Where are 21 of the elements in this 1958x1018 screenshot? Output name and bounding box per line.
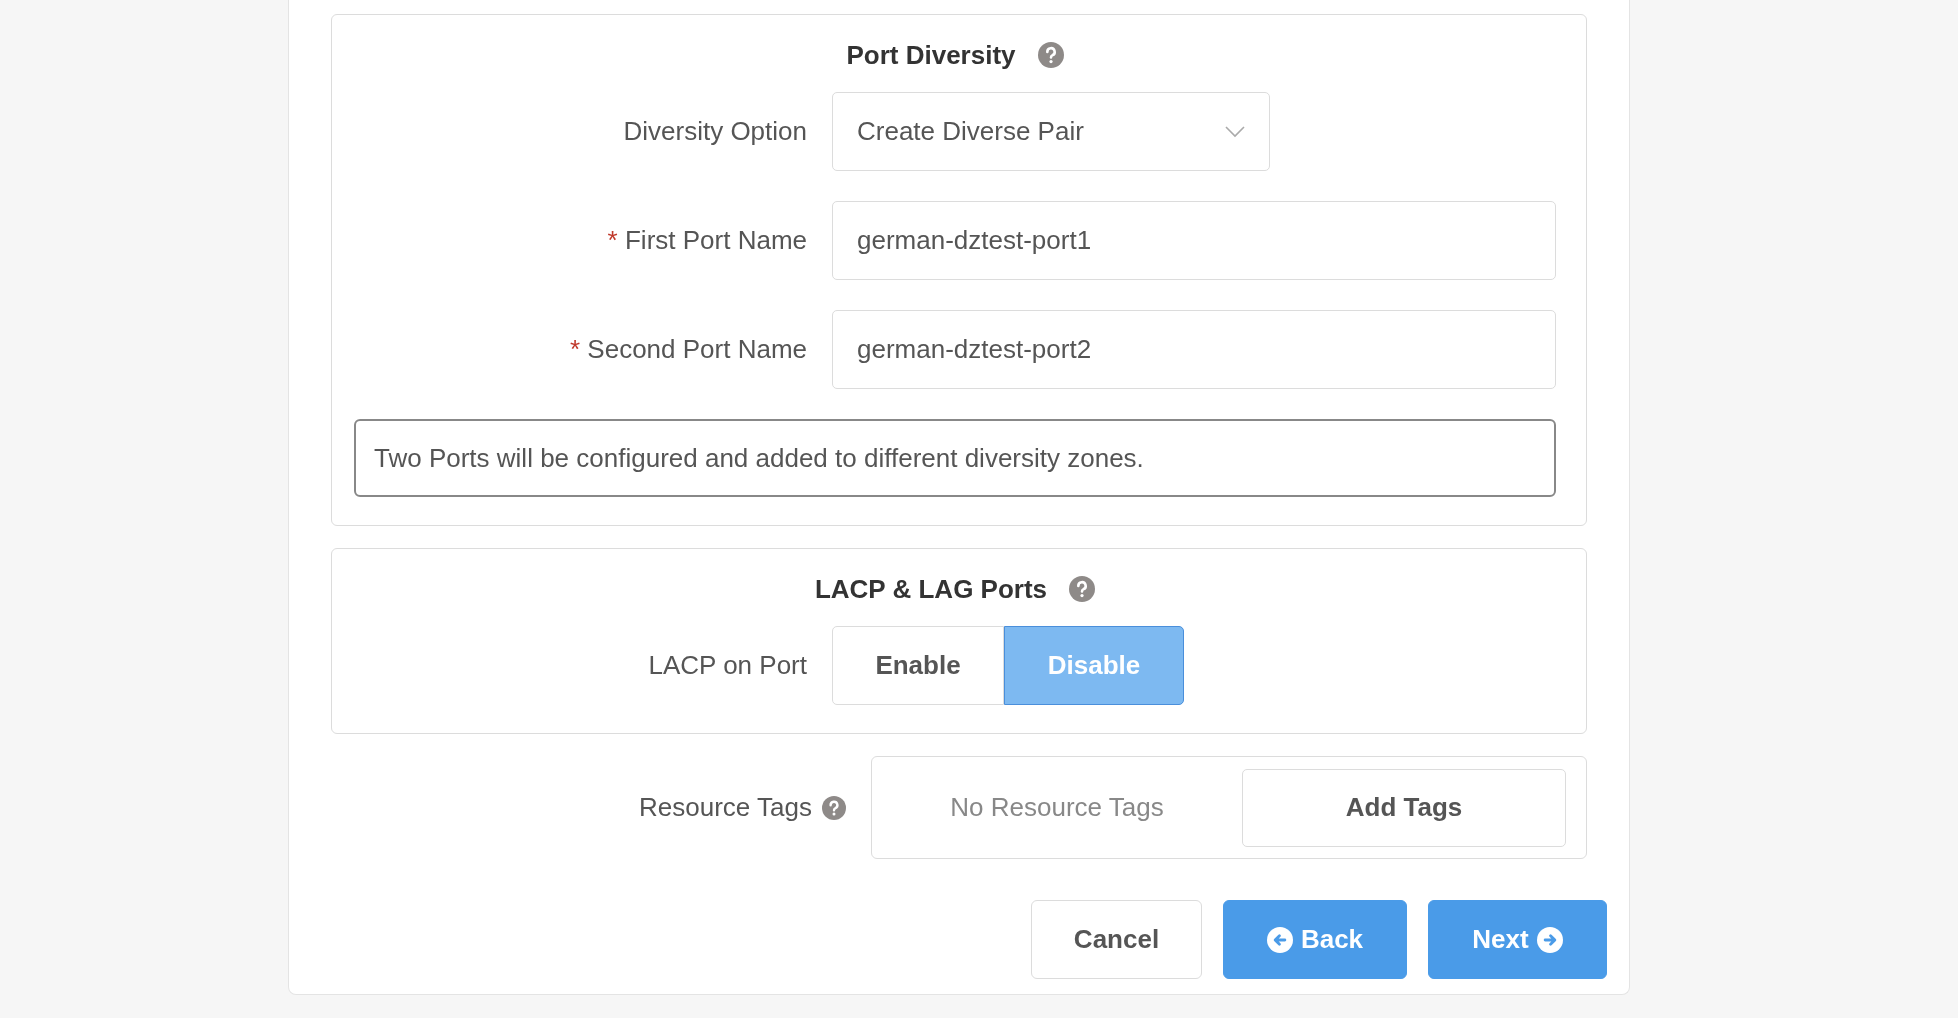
toggle-option[interactable]: Enable [832,626,1004,705]
field-label: Resource Tags [639,791,812,824]
info-message: Two Ports will be configured and added to different diversity zones. [354,419,1556,497]
help-icon[interactable] [1069,576,1096,602]
input-field[interactable]: german-dztest-port2 [832,310,1556,389]
field-label: Diversity Option [622,115,807,148]
input-field[interactable]: german-dztest-port1 [832,201,1556,280]
dropdown-field[interactable]: Create Diverse Pair [832,92,1270,171]
arrow-left-icon [1266,926,1293,953]
help-icon[interactable] [822,795,846,820]
chevron-down-icon [1225,125,1245,138]
field-label: * Second Port Name [568,333,807,366]
empty-message: No Resource Tags [949,791,1165,824]
section-title: Port Diversity [846,38,1016,72]
section-title: LACP & LAG Ports [814,572,1048,606]
cancel-button[interactable]: Cancel [1031,900,1202,979]
add-tags-button[interactable]: Add Tags [1242,768,1566,847]
arrow-right-icon [1536,926,1563,953]
field-label: LACP on Port [647,649,807,682]
field-label: * First Port Name [606,224,807,257]
help-icon[interactable] [1037,42,1064,68]
